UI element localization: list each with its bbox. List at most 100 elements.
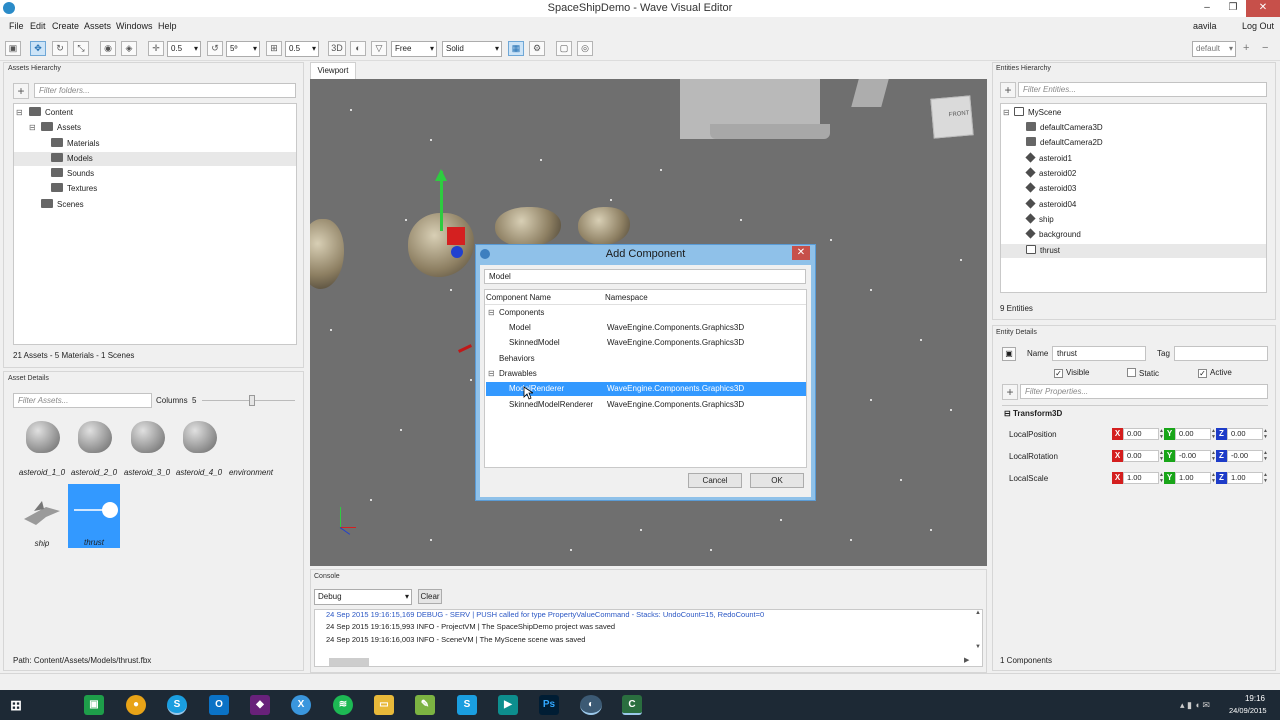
collapse-icon[interactable]: ⊟ [29,123,36,132]
folder-materials[interactable]: Materials [51,137,99,151]
menu-assets[interactable]: Assets [84,21,111,31]
snap-move-icon[interactable]: ✛ [148,41,164,56]
entity-item[interactable]: asteroid03 [1025,182,1076,196]
entity-item[interactable]: asteroid04 [1025,198,1076,212]
grid-icon[interactable]: ▦ [508,41,524,56]
add-folder-icon[interactable]: + [13,83,29,99]
snap-scale-select[interactable]: 0.5 [285,41,319,57]
gizmo-z-handle[interactable] [451,246,463,258]
asset-thumb[interactable] [121,415,173,465]
entity-item[interactable]: asteroid1 [1025,152,1072,166]
entity-tag-input[interactable] [1174,346,1268,361]
collapse-icon[interactable]: ⊟ [488,369,495,378]
spotify-icon[interactable]: ≋ [333,695,353,715]
add-entity-icon[interactable]: + [1000,82,1016,98]
filter-entities-input[interactable]: Filter Entities... [1018,82,1267,97]
restore-icon[interactable]: ❐ [1220,0,1246,17]
component-row[interactable]: SkinnedModel WaveEngine.Components.Graph… [485,336,806,350]
entity-item[interactable]: ship [1025,213,1054,227]
settings-icon[interactable]: ⚙ [529,41,545,56]
folder-models[interactable]: Models [14,152,296,166]
logout-link[interactable]: Log Out [1242,21,1274,31]
collapse-icon[interactable]: ⊟ [488,308,495,317]
checkbox-checked[interactable]: ✓ [1054,369,1063,378]
filter-properties-input[interactable]: Filter Properties... [1020,384,1268,399]
thrust-object[interactable] [458,344,472,353]
component-row[interactable]: Model WaveEngine.Components.Graphics3D [485,321,806,335]
entity-item[interactable]: asteroid02 [1025,167,1076,181]
snap-scale-icon[interactable]: ⊞ [266,41,282,56]
visible-checkbox[interactable]: ✓ Visible [1054,368,1089,378]
scale-z-input[interactable]: 1.00 [1227,472,1263,484]
col-header-namespace[interactable]: Namespace [605,293,648,302]
entity-item-selected[interactable]: thrust [1001,244,1266,258]
snap-rotate-select[interactable]: 5º [226,41,260,57]
group-components[interactable]: Components [499,306,544,320]
scale-y-input[interactable]: 1.00 [1175,472,1211,484]
collapse-icon[interactable]: ⊟ [1003,108,1010,117]
checkbox-checked[interactable]: ✓ [1198,369,1207,378]
clock-date[interactable]: 24/09/2015 [1229,706,1267,715]
mode-3d-button[interactable]: 3D [328,41,346,56]
scene-root[interactable]: MyScene [1014,106,1061,120]
spinner-icon[interactable]: ▲ ▼ [1263,450,1268,462]
folder-sounds[interactable]: Sounds [51,167,94,181]
photoshop-icon[interactable]: Ps [539,695,559,715]
wave-launcher-icon[interactable]: C [622,695,642,715]
outlook-icon[interactable]: O [209,695,229,715]
menu-create[interactable]: Create [52,21,79,31]
checkbox-unchecked[interactable] [1127,368,1136,377]
spinner-icon[interactable]: ▲ ▼ [1263,472,1268,484]
collapse-icon[interactable]: ⊟ [16,108,23,117]
col-header-name[interactable]: Component Name [486,293,551,302]
rotation-x-input[interactable]: 0.00 [1123,450,1159,462]
scale-x-input[interactable]: 1.00 [1123,472,1159,484]
xamarin-icon[interactable]: X [291,695,311,715]
translate-icon[interactable]: ✥ [30,41,46,56]
asteroid-model[interactable] [310,219,344,289]
shading-select[interactable]: Solid [442,41,502,57]
wave-exporter-icon[interactable]: ▶ [498,695,518,715]
rotation-y-input[interactable]: -0.00 [1175,450,1211,462]
gizmo-y-arrow[interactable] [435,169,447,181]
gizmo-x-handle[interactable] [447,227,465,245]
dialog-close-icon[interactable]: ✕ [792,246,810,260]
camera-icon[interactable]: ◐ [350,41,366,56]
transform3d-header[interactable]: ⊟ Transform3D [1004,409,1062,418]
asset-thumb-selected[interactable]: thrust [68,484,120,548]
layout-select[interactable]: default [1192,41,1236,57]
world-icon[interactable]: ◉ [100,41,116,56]
menu-file[interactable]: File [9,21,24,31]
save-icon[interactable]: ▣ [5,41,21,56]
log-level-select[interactable]: Debug [314,589,412,605]
visual-studio-icon[interactable]: ◆ [250,695,270,715]
menu-windows[interactable]: Windows [116,21,153,31]
folder-assets[interactable]: Assets [41,121,81,135]
asset-thumb[interactable] [173,415,225,465]
windows-start-icon[interactable]: ⊞ [6,695,26,715]
cancel-button[interactable]: Cancel [688,473,742,488]
position-y-input[interactable]: 0.00 [1175,428,1211,440]
scroll-up-icon[interactable]: ▲ [975,610,981,616]
component-search-input[interactable]: Model [484,269,806,284]
light-icon[interactable]: ▽ [371,41,387,56]
scroll-down-icon[interactable]: ▼ [975,644,981,650]
snap-move-select[interactable]: 0.5 [167,41,201,57]
pivot-icon[interactable]: ◈ [121,41,137,56]
filter-assets-input[interactable]: Filter Assets... [13,393,152,408]
ok-button[interactable]: OK [750,473,804,488]
scroll-right-icon[interactable]: ▶ [964,656,969,664]
asset-thumb[interactable] [68,415,120,465]
asteroid-model[interactable] [578,207,630,245]
spinner-icon[interactable]: ▲ ▼ [1263,428,1268,440]
active-checkbox[interactable]: ✓ Active [1198,368,1232,378]
position-z-input[interactable]: 0.00 [1227,428,1263,440]
add-component-icon[interactable]: + [1002,384,1018,400]
folder-content[interactable]: Content [29,106,73,120]
lock-icon[interactable]: ▣ [1002,347,1016,361]
entity-name-input[interactable]: thrust [1052,346,1146,361]
tab-viewport[interactable]: Viewport [310,62,356,79]
skype-business-icon[interactable]: S [457,695,477,715]
close-icon[interactable]: ✕ [1246,0,1280,17]
clock-time[interactable]: 19:16 [1233,694,1277,703]
